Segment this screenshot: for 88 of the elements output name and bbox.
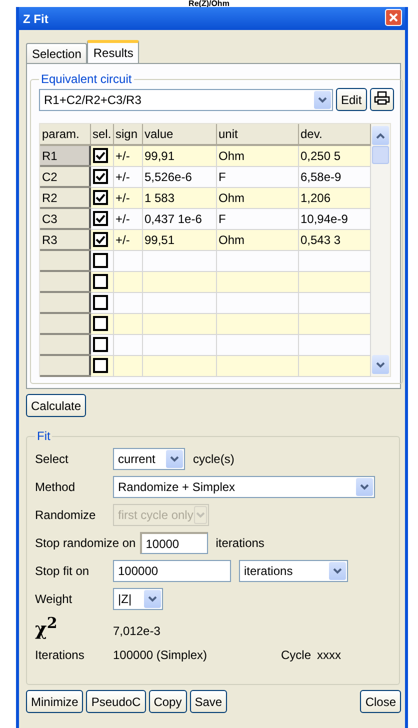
input-field[interactable]: 10000 [140, 532, 208, 554]
tab[interactable]: Results [87, 40, 140, 63]
cycle-dropdown[interactable]: current [113, 448, 185, 470]
table-cell: F [216, 208, 298, 229]
checkbox[interactable] [93, 232, 108, 247]
table-cell: 5,526e-6 [142, 166, 216, 187]
chart-axis-label: Re(Z)/Ohm [188, 0, 230, 7]
dropdown-caret-icon[interactable] [356, 478, 373, 496]
table-cell: +/- [113, 208, 142, 229]
edit-button[interactable]: Edit [336, 88, 367, 111]
table-cell: +/- [113, 166, 142, 187]
field-label: Weight [35, 592, 74, 606]
table-cell: 10,94e-9 [298, 208, 370, 229]
field-label: Iterations [35, 648, 86, 662]
checkbox[interactable] [93, 253, 108, 268]
circuit-dropdown[interactable]: R1+C2/R2+C3/R3 [39, 88, 333, 110]
field-label: Cycle [281, 648, 312, 662]
table-cell: 0,250 5 [298, 145, 370, 166]
row-header[interactable]: R3 [40, 229, 90, 250]
scroll-up-icon[interactable] [376, 132, 384, 138]
row-header[interactable]: R1 [40, 145, 90, 166]
unit-dropdown[interactable]: iterations [239, 560, 348, 582]
table-cell: 99,91 [142, 145, 216, 166]
table-cell: Ohm [216, 187, 298, 208]
column-header[interactable]: unit [216, 124, 298, 145]
calculate-button[interactable]: Calculate [26, 394, 86, 417]
dialog-button[interactable]: PseudoC [86, 690, 146, 713]
table-cell: F [216, 166, 298, 187]
dialog-button[interactable]: Close [360, 690, 401, 713]
checkbox[interactable] [93, 190, 108, 205]
field-label: Stop randomize on [35, 536, 136, 550]
row-header[interactable]: C3 [40, 208, 90, 229]
weight-dropdown[interactable]: |Z| [113, 588, 163, 610]
table-cell: 0,437 1e-6 [142, 208, 216, 229]
table-cell: +/- [113, 229, 142, 250]
scroll-down-icon[interactable] [376, 362, 384, 368]
table-cell: Ohm [216, 229, 298, 250]
scrollbar[interactable] [370, 124, 390, 376]
column-header[interactable]: value [142, 124, 216, 145]
input-field[interactable]: 100000 [113, 560, 231, 582]
checkbox[interactable] [93, 358, 108, 373]
column-header[interactable]: dev. [298, 124, 370, 145]
field-label: Randomize [35, 508, 97, 522]
column-header[interactable]: sign [113, 124, 142, 145]
table-cell: 99,51 [142, 229, 216, 250]
checkbox[interactable] [93, 274, 108, 289]
dialog-button[interactable]: Save [190, 690, 228, 713]
dropdown-caret-icon[interactable] [329, 562, 346, 580]
table-cell: 6,58e-9 [298, 166, 370, 187]
field-label: iterations [216, 536, 264, 550]
table-cell: Ohm [216, 145, 298, 166]
iterations-value: 100000 (Simplex) [113, 648, 208, 662]
column-header[interactable]: param. [40, 124, 90, 145]
column-header[interactable]: sel. [90, 124, 113, 145]
dropdown-caret-icon[interactable] [314, 90, 331, 108]
printer-icon [374, 91, 390, 105]
row-header[interactable]: C2 [40, 166, 90, 187]
close-icon[interactable] [385, 8, 402, 26]
checkbox[interactable] [93, 169, 108, 184]
scroll-thumb[interactable] [372, 146, 388, 164]
field-label: Stop fit on [35, 564, 90, 578]
dropdown-caret-icon[interactable] [166, 450, 183, 468]
field-label: Select [35, 452, 70, 466]
dropdown-caret-icon[interactable] [144, 590, 161, 608]
window-title: Z Fit [23, 12, 48, 26]
dialog-button[interactable]: Copy [148, 690, 187, 713]
chi-square-value: 7,012e-3 [113, 623, 160, 638]
table-cell: 1 583 [142, 187, 216, 208]
table-cell: +/- [113, 145, 142, 166]
table-cell: 1,206 [298, 187, 370, 208]
method-dropdown[interactable]: Randomize + Simplex [113, 476, 375, 498]
field-label: cycle(s) [193, 452, 234, 466]
print-button[interactable] [370, 88, 394, 111]
table-cell: 0,543 3 [298, 229, 370, 250]
checkbox[interactable] [93, 148, 108, 164]
group-title: Fit [36, 429, 52, 443]
row-header[interactable]: R2 [40, 187, 90, 208]
chi-square-label: χ$^{2}$ [35, 614, 58, 640]
table-cell: +/- [113, 187, 142, 208]
group-title: Equivalent circuit [40, 72, 133, 86]
checkbox[interactable] [93, 211, 108, 226]
checkbox[interactable] [93, 316, 108, 331]
checkbox[interactable] [93, 337, 108, 352]
field-label: Method [35, 480, 76, 494]
tab[interactable]: Selection [26, 43, 88, 63]
dialog-button[interactable]: Minimize [26, 690, 84, 713]
cycle-value: xxxx [317, 648, 342, 662]
checkbox[interactable] [93, 295, 108, 310]
